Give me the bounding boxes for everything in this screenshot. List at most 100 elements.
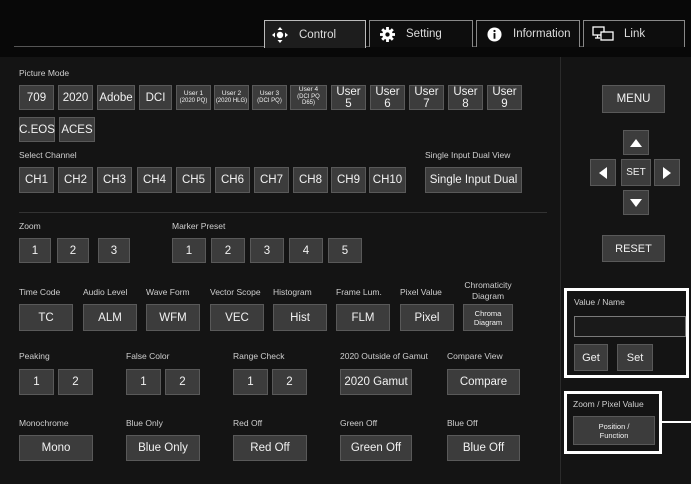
- single-input-dual-button[interactable]: Single Input Dual: [425, 167, 522, 193]
- channel-ch9-button[interactable]: CH9: [331, 167, 366, 193]
- menu-button[interactable]: MENU: [602, 85, 665, 113]
- marker-1-button[interactable]: 1: [172, 238, 206, 263]
- set-value-button[interactable]: Set: [617, 344, 653, 371]
- position-function-button[interactable]: Position / Function: [573, 416, 655, 445]
- picture-mode-user4-button[interactable]: User 4 (DCI PQ D65): [290, 85, 327, 110]
- gear-icon: [378, 25, 396, 43]
- channel-ch5-button[interactable]: CH5: [176, 167, 211, 193]
- tab-information[interactable]: Information: [476, 20, 580, 47]
- frame-lum-label: Frame Lum.: [336, 287, 382, 297]
- wave-form-label: Wave Form: [146, 287, 190, 297]
- channel-ch8-button[interactable]: CH8: [293, 167, 328, 193]
- channel-ch6-button[interactable]: CH6: [215, 167, 250, 193]
- channel-ch7-button[interactable]: CH7: [254, 167, 289, 193]
- picture-mode-dci-button[interactable]: DCI: [139, 85, 172, 110]
- marker-4-button[interactable]: 4: [289, 238, 323, 263]
- picture-mode-user7-button[interactable]: User 7: [409, 85, 444, 110]
- chromaticity-label-line1: Chromaticity: [464, 280, 512, 290]
- zoom-1-button[interactable]: 1: [19, 238, 51, 263]
- zoom-3-button[interactable]: 3: [98, 238, 130, 263]
- pixel-button[interactable]: Pixel: [400, 304, 454, 331]
- marker-3-button[interactable]: 3: [250, 238, 284, 263]
- pixel-value-label: Pixel Value: [400, 287, 442, 297]
- set-button[interactable]: SET: [621, 159, 651, 186]
- triangle-right-icon: [663, 166, 671, 179]
- picture-mode-user6-button[interactable]: User 6: [370, 85, 405, 110]
- channel-ch2-button[interactable]: CH2: [58, 167, 93, 193]
- picture-mode-user1-button[interactable]: User 1 (2020 PQ): [176, 85, 211, 110]
- gamut-2020-button[interactable]: 2020 Gamut: [340, 369, 412, 395]
- picture-mode-2020-button[interactable]: 2020: [58, 85, 93, 110]
- left-arrow-button[interactable]: [590, 159, 616, 186]
- picture-mode-ceos-button[interactable]: C.EOS: [19, 117, 55, 142]
- user1-subtitle: (2020 PQ): [179, 97, 208, 104]
- tab-setting-label: Setting: [406, 28, 442, 40]
- down-arrow-button[interactable]: [623, 190, 649, 215]
- alm-button[interactable]: ALM: [83, 304, 137, 331]
- tc-button[interactable]: TC: [19, 304, 73, 331]
- mono-button[interactable]: Mono: [19, 435, 93, 461]
- blue-off-label: Blue Off: [447, 418, 478, 428]
- chroma-diagram-button[interactable]: Chroma Diagram: [463, 304, 513, 331]
- range-check-1-button[interactable]: 1: [233, 369, 268, 395]
- channel-ch3-button[interactable]: CH3: [97, 167, 132, 193]
- picture-mode-user9-button[interactable]: User 9: [487, 85, 522, 110]
- false-color-label: False Color: [126, 351, 170, 361]
- triangle-left-icon: [599, 166, 607, 179]
- picture-mode-user2-button[interactable]: User 2 (2020 HLG): [214, 85, 249, 110]
- tab-link[interactable]: Link: [583, 20, 685, 47]
- blue-off-button[interactable]: Blue Off: [447, 435, 520, 461]
- marker-2-button[interactable]: 2: [211, 238, 245, 263]
- marker-preset-label: Marker Preset: [172, 221, 226, 231]
- picture-mode-adobe-button[interactable]: Adobe: [97, 85, 135, 110]
- false-color-2-button[interactable]: 2: [165, 369, 200, 395]
- green-off-button[interactable]: Green Off: [340, 435, 412, 461]
- picture-mode-user5-button[interactable]: User 5: [331, 85, 366, 110]
- time-code-label: Time Code: [19, 287, 61, 297]
- green-off-label: Green Off: [340, 418, 378, 428]
- peaking-2-button[interactable]: 2: [58, 369, 93, 395]
- monochrome-label: Monochrome: [19, 418, 69, 428]
- right-arrow-button[interactable]: [654, 159, 680, 186]
- picture-mode-709-button[interactable]: 709: [19, 85, 54, 110]
- value-name-highlight: Value / Name Get Set: [564, 288, 689, 378]
- triangle-up-icon: [630, 138, 642, 147]
- range-check-2-button[interactable]: 2: [272, 369, 307, 395]
- channel-ch4-button[interactable]: CH4: [137, 167, 172, 193]
- marker-5-button[interactable]: 5: [328, 238, 362, 263]
- peaking-1-button[interactable]: 1: [19, 369, 54, 395]
- chromaticity-label-line2: Diagram: [471, 291, 505, 301]
- red-off-button[interactable]: Red Off: [233, 435, 307, 461]
- flm-button[interactable]: FLM: [336, 304, 390, 331]
- blue-only-button[interactable]: Blue Only: [126, 435, 200, 461]
- outside-gamut-label: 2020 Outside of Gamut: [340, 351, 428, 361]
- reset-button[interactable]: RESET: [602, 235, 665, 262]
- picture-mode-label: Picture Mode: [19, 68, 70, 78]
- false-color-1-button[interactable]: 1: [126, 369, 161, 395]
- get-button[interactable]: Get: [574, 344, 608, 371]
- value-name-label: Value / Name: [574, 297, 625, 307]
- channel-ch10-button[interactable]: CH10: [369, 167, 406, 193]
- user2-subtitle: (2020 HLG): [215, 97, 248, 104]
- triangle-down-icon: [630, 198, 642, 207]
- vec-button[interactable]: VEC: [210, 304, 264, 331]
- move-arrows-icon: [271, 26, 289, 44]
- channel-ch1-button[interactable]: CH1: [19, 167, 54, 193]
- chromaticity-diagram-label: Chromaticity Diagram: [458, 280, 518, 302]
- tab-setting[interactable]: Setting: [369, 20, 473, 47]
- wfm-button[interactable]: WFM: [146, 304, 200, 331]
- hist-button[interactable]: Hist: [273, 304, 327, 331]
- zoom-label: Zoom: [19, 221, 41, 231]
- info-circle-icon: [485, 25, 503, 43]
- blue-only-label: Blue Only: [126, 418, 163, 428]
- picture-mode-aces-button[interactable]: ACES: [59, 117, 95, 142]
- compare-button[interactable]: Compare: [447, 369, 520, 395]
- up-arrow-button[interactable]: [623, 130, 649, 155]
- tab-link-label: Link: [624, 28, 646, 40]
- tab-control[interactable]: Control: [264, 20, 366, 48]
- value-name-input[interactable]: [574, 316, 686, 337]
- picture-mode-user3-button[interactable]: User 3 (DCI PQ): [252, 85, 287, 110]
- picture-mode-user8-button[interactable]: User 8: [448, 85, 483, 110]
- zoom-2-button[interactable]: 2: [57, 238, 89, 263]
- monitors-link-icon: [592, 25, 614, 43]
